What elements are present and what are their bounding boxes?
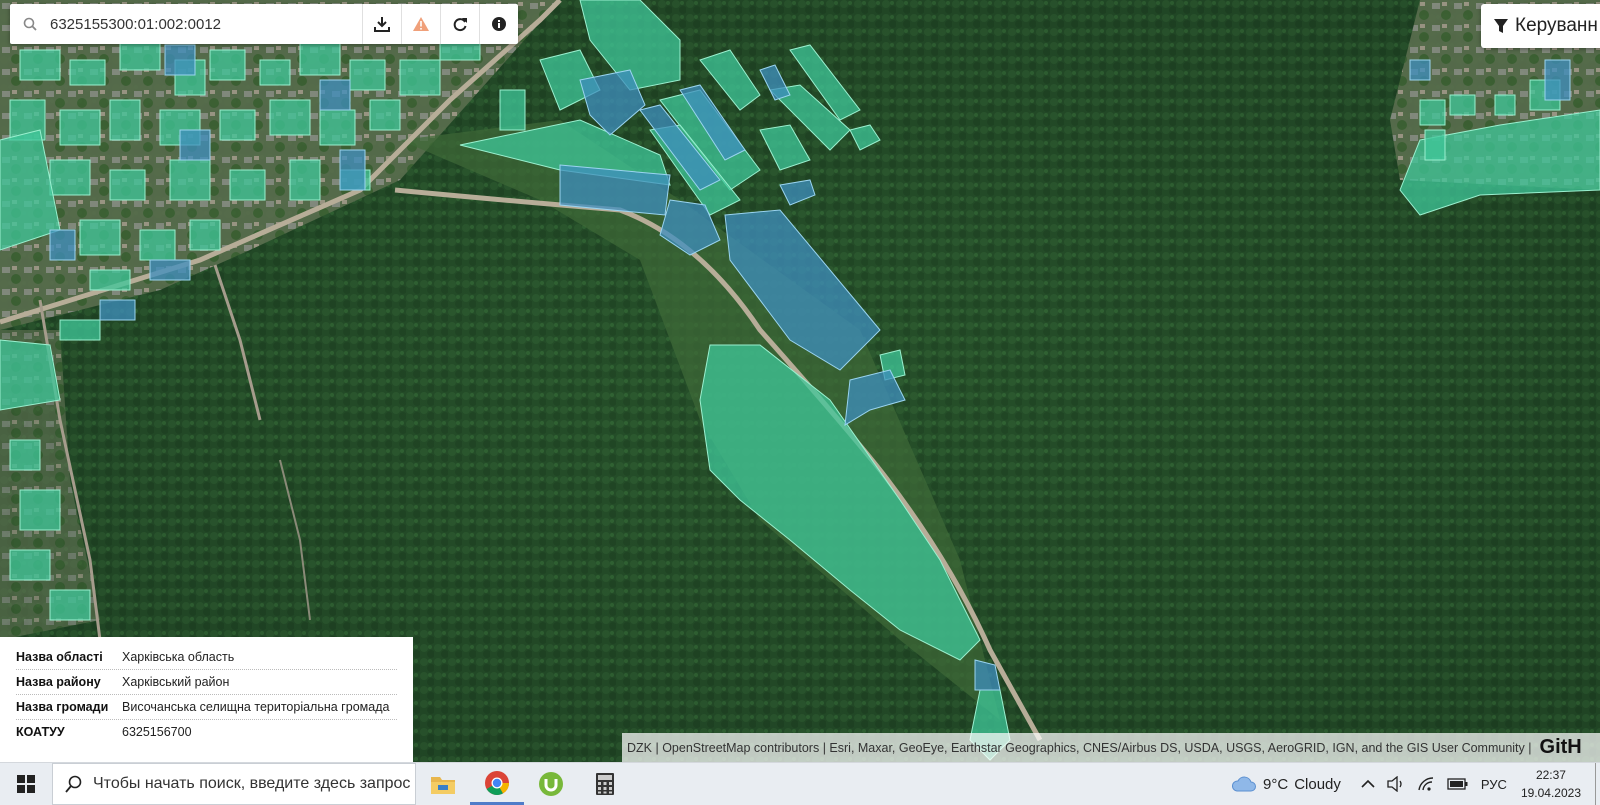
- info-icon[interactable]: [479, 4, 518, 44]
- clock-date: 19.04.2023: [1520, 786, 1581, 800]
- refresh-icon[interactable]: [440, 4, 479, 44]
- clock[interactable]: 22:37 19.04.2023: [1521, 766, 1581, 802]
- speaker-icon[interactable]: [1387, 776, 1405, 792]
- weather-condition: Cloudy: [1294, 775, 1341, 793]
- show-desktop-button[interactable]: [1595, 763, 1600, 805]
- chrome-icon[interactable]: [470, 763, 524, 805]
- manage-button[interactable]: Керуванн: [1481, 4, 1600, 48]
- taskbar-search-placeholder: Чтобы начать поиск, введите здесь запрос: [93, 775, 411, 792]
- search-input[interactable]: 6325155300:01:002:0012: [50, 16, 362, 33]
- windows-icon: [17, 775, 35, 793]
- weather-temp: 9°C: [1263, 775, 1289, 793]
- chevron-up-icon[interactable]: [1361, 779, 1375, 789]
- info-panel: Назва області Харківська область Назва р…: [0, 637, 413, 762]
- info-key: Назва області: [16, 650, 103, 664]
- info-row-community: Назва громади Височанська селищна терито…: [16, 695, 397, 720]
- manage-button-label: Керуванн: [1515, 15, 1598, 36]
- warning-icon[interactable]: [401, 4, 440, 44]
- search-bar[interactable]: 6325155300:01:002:0012: [10, 4, 518, 44]
- cloud-icon: [1231, 776, 1256, 792]
- info-key: КОАТУУ: [16, 725, 65, 739]
- battery-icon[interactable]: [1447, 778, 1469, 790]
- download-icon[interactable]: [362, 4, 401, 44]
- windows-start-button[interactable]: [0, 763, 52, 805]
- info-value: Височанська селищна територіальна громад…: [122, 700, 390, 714]
- weather-widget[interactable]: 9°C Cloudy: [1231, 775, 1341, 793]
- search-icon: [65, 775, 82, 793]
- info-value: Харківська область: [122, 650, 235, 664]
- clock-time: 22:37: [1535, 768, 1566, 782]
- file-explorer-icon[interactable]: [416, 763, 470, 805]
- filter-icon: [1494, 19, 1508, 33]
- info-row-district: Назва району Харківський район: [16, 670, 397, 695]
- taskbar: Чтобы начать поиск, введите здесь запрос…: [0, 762, 1600, 805]
- search-icon[interactable]: [10, 17, 50, 31]
- info-key: Назва громади: [16, 700, 109, 714]
- utorrent-icon[interactable]: [524, 763, 578, 805]
- github-link[interactable]: GitH: [1540, 736, 1582, 759]
- info-row-koatuu: КОАТУУ 6325156700: [16, 720, 397, 744]
- system-tray: 9°C Cloudy РУС 22:37 19.04.2023: [1231, 763, 1600, 805]
- language-indicator[interactable]: РУС: [1481, 777, 1507, 792]
- info-value: Харківський район: [122, 675, 230, 689]
- calculator-icon[interactable]: [578, 763, 632, 805]
- wifi-icon[interactable]: [1417, 776, 1435, 792]
- attribution-text: DZK | OpenStreetMap contributors | Esri,…: [627, 740, 1532, 755]
- map-attribution: DZK | OpenStreetMap contributors | Esri,…: [622, 733, 1600, 762]
- info-row-region: Назва області Харківська область: [16, 645, 397, 670]
- info-key: Назва району: [16, 675, 101, 689]
- taskbar-search-box[interactable]: Чтобы начать поиск, введите здесь запрос: [52, 763, 416, 805]
- info-value: 6325156700: [122, 725, 192, 739]
